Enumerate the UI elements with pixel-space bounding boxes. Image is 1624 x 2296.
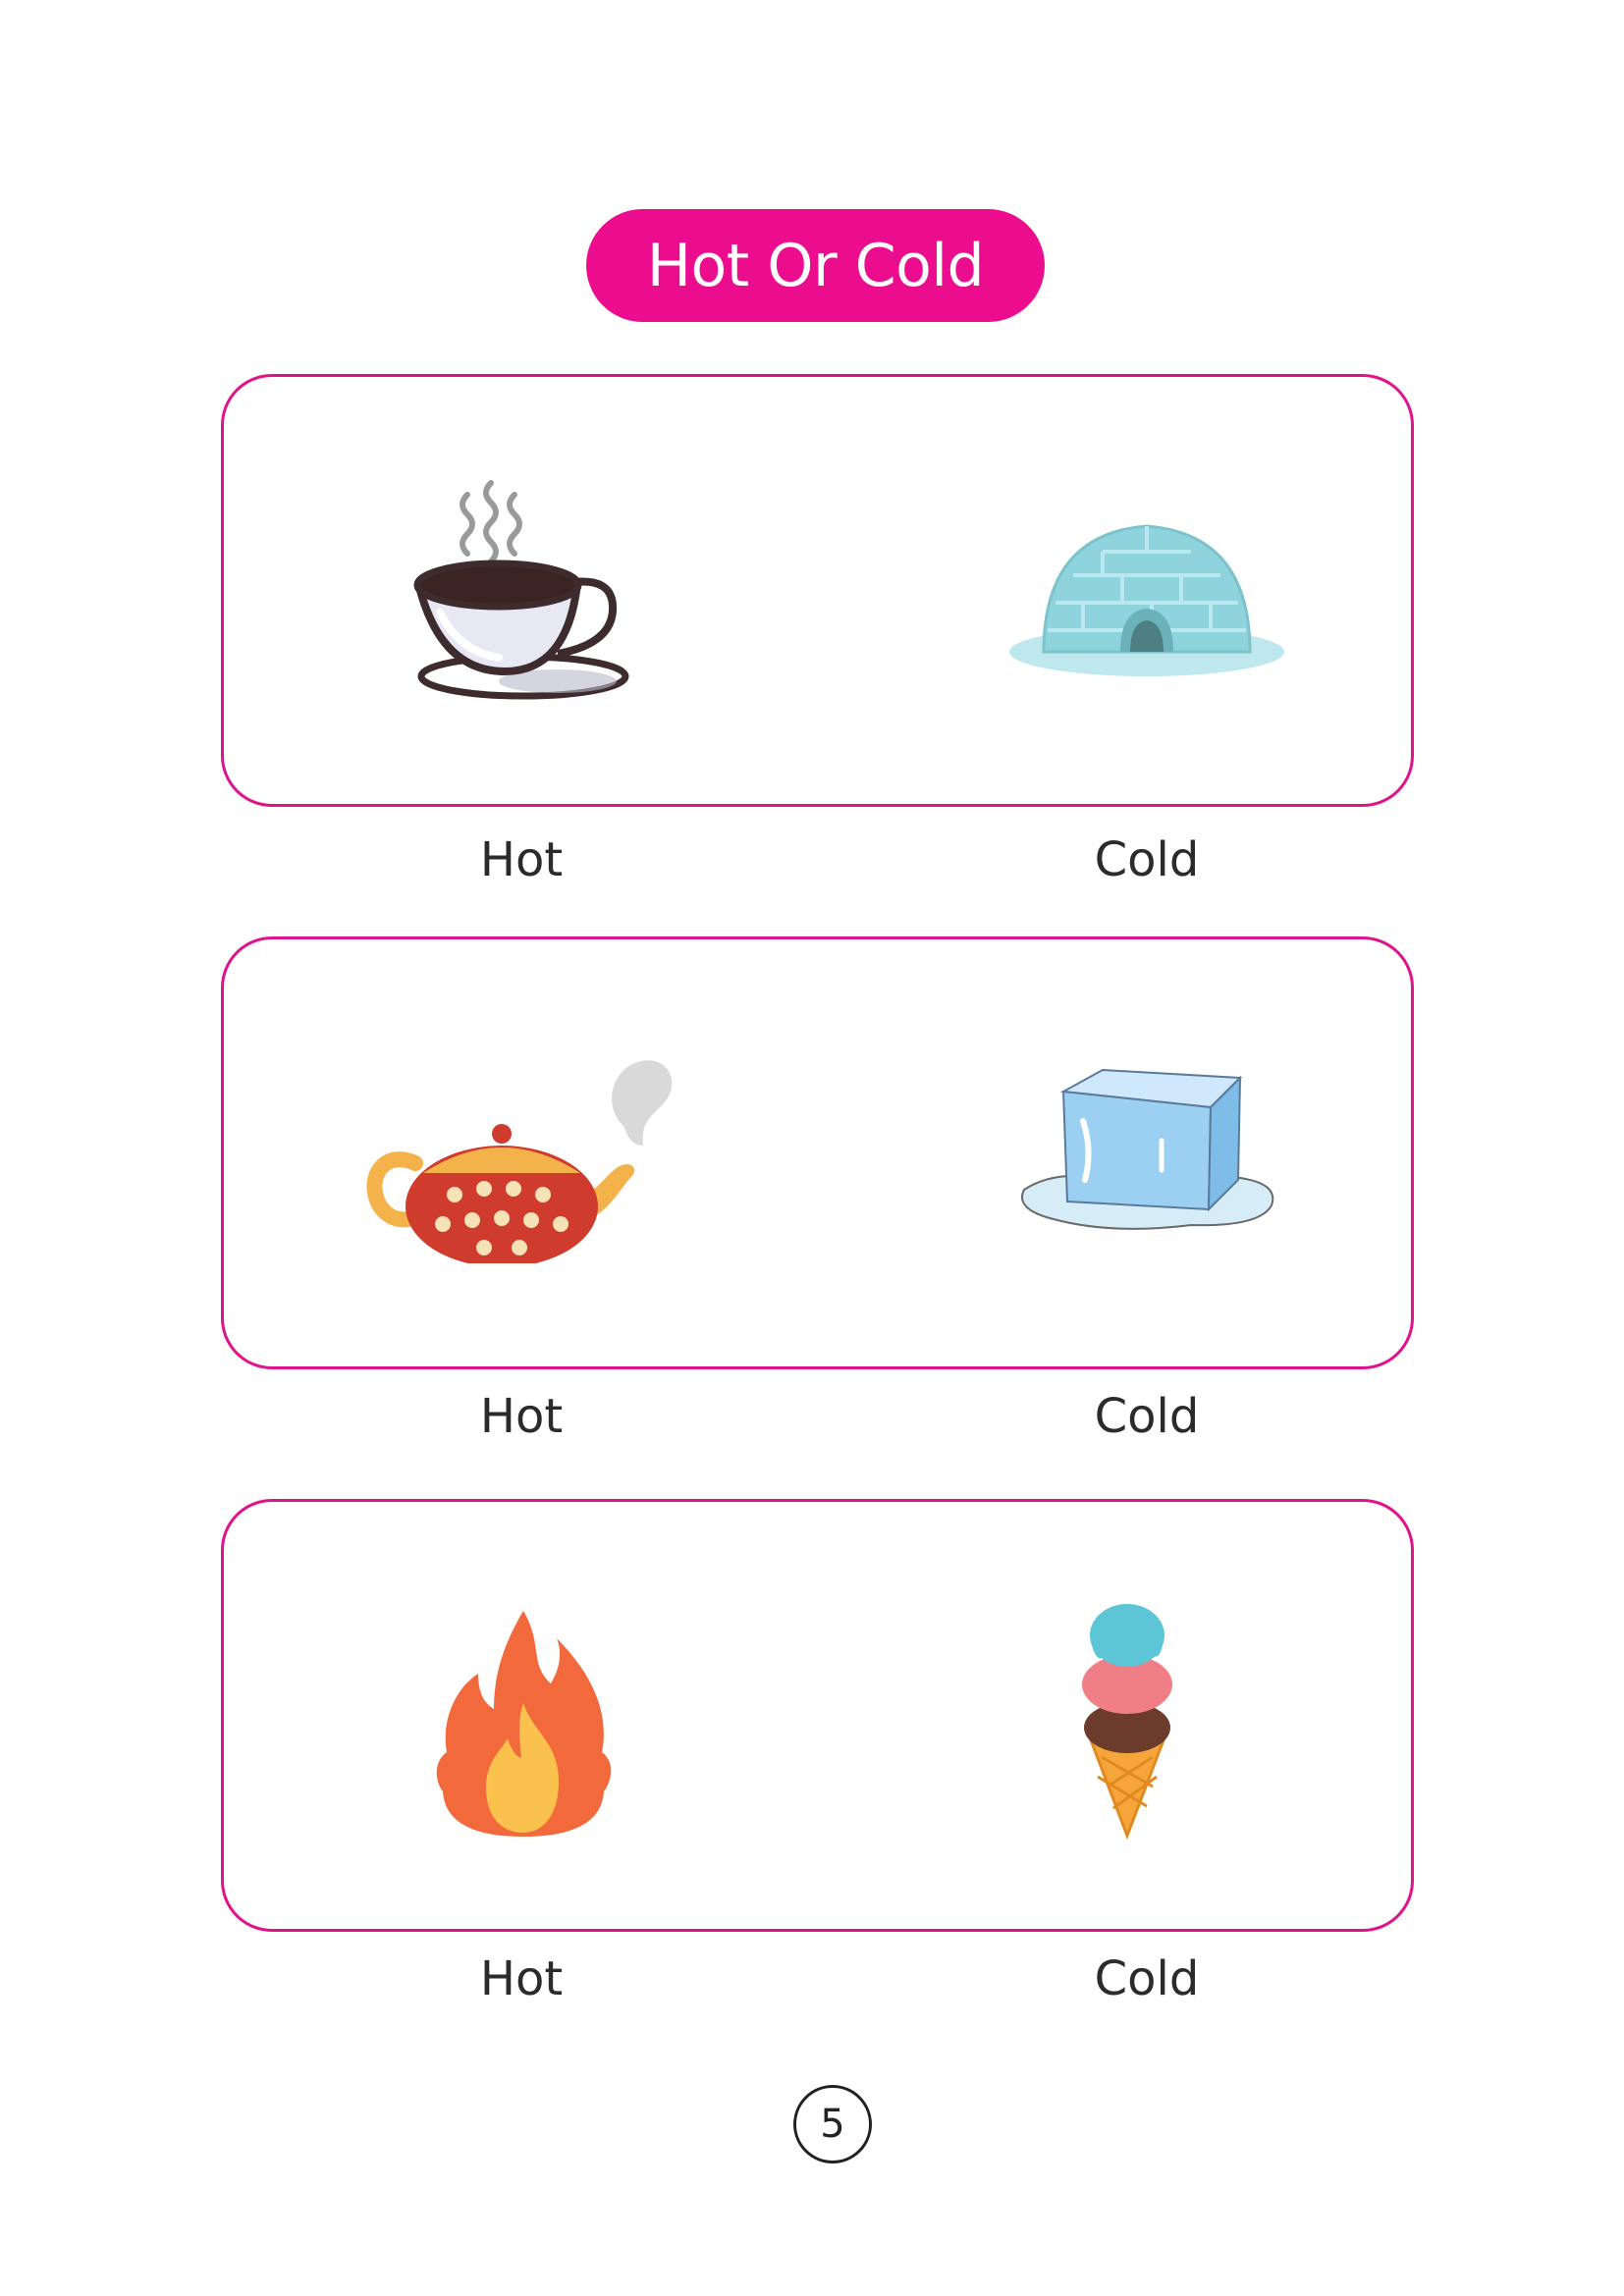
teapot-icon[interactable] xyxy=(366,1047,680,1263)
option-card-2[interactable] xyxy=(221,936,1414,1369)
hot-label: Hot xyxy=(479,832,564,887)
cold-label: Cold xyxy=(1094,1951,1200,2006)
option-card-1[interactable] xyxy=(221,374,1414,807)
ice-cube-icon[interactable] xyxy=(1014,1062,1289,1249)
page-title: Hot Or Cold xyxy=(586,209,1045,322)
igloo-icon[interactable] xyxy=(1004,505,1289,681)
option-card-3[interactable] xyxy=(221,1499,1414,1932)
hot-label: Hot xyxy=(479,1951,564,2006)
cold-label: Cold xyxy=(1094,832,1200,887)
fire-icon[interactable] xyxy=(435,1605,612,1841)
ice-cream-cone-icon[interactable] xyxy=(1068,1590,1186,1845)
coffee-cup-icon[interactable] xyxy=(410,475,636,711)
cold-label: Cold xyxy=(1094,1389,1200,1444)
page-number: 5 xyxy=(793,2085,872,2163)
hot-label: Hot xyxy=(479,1389,564,1444)
